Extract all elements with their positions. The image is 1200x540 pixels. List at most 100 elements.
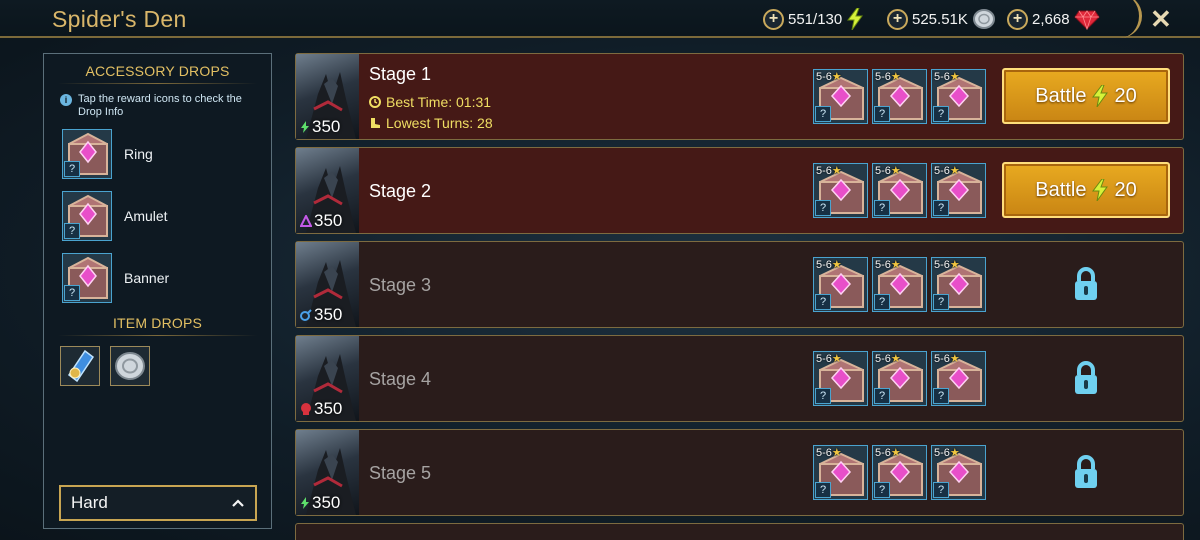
reward-rank: 5-6★	[875, 71, 901, 83]
stage-row[interactable]: 350 Stage 4 5-6★? 5-6★? 5-6★?	[295, 335, 1184, 422]
accessory-label: Ring	[124, 146, 153, 162]
battle-button[interactable]: Battle 20	[1002, 68, 1170, 124]
battle-label: Battle	[1035, 178, 1087, 201]
silver-resource[interactable]: + 525.51K	[887, 7, 996, 31]
stage-name: Stage 1	[369, 64, 432, 84]
drops-panel: ACCESSORY DROPS i Tap the reward icons t…	[43, 53, 272, 529]
question-mark: ?	[874, 106, 890, 122]
reward-chest-icon[interactable]: 5-6★?	[872, 69, 927, 124]
reward-rank: 5-6★	[875, 447, 901, 459]
clock-icon	[369, 96, 381, 108]
reward-list: 5-6★? 5-6★? 5-6★?	[813, 351, 986, 406]
reward-rank: 5-6★	[875, 259, 901, 271]
question-mark: ?	[874, 200, 890, 216]
accessory-label: Amulet	[124, 208, 168, 224]
battle-button[interactable]: Battle 20	[1002, 162, 1170, 218]
stage-row[interactable]: 350 Stage 3 5-6★? 5-6★? 5-6★?	[295, 241, 1184, 328]
reward-chest-icon[interactable]: 5-6★?	[872, 257, 927, 312]
reward-chest-icon[interactable]: 5-6★?	[813, 257, 868, 312]
force-affinity-icon	[301, 497, 309, 509]
question-mark: ?	[64, 223, 80, 239]
divider	[58, 335, 257, 336]
lock-icon	[1075, 267, 1097, 300]
energy-cost: 350	[300, 493, 340, 513]
add-silver-button[interactable]: +	[887, 8, 908, 30]
reward-chest-icon[interactable]: 5-6★?	[872, 445, 927, 500]
reward-rank: 5-6★	[816, 447, 842, 459]
reward-chest-icon[interactable]: 5-6★?	[931, 445, 986, 500]
silver-coin-icon[interactable]	[110, 346, 150, 386]
difficulty-select[interactable]: Hard	[59, 485, 257, 521]
gem-resource[interactable]: + 2,668	[1007, 7, 1100, 31]
question-mark: ?	[815, 294, 831, 310]
reward-chest-icon[interactable]: 5-6★?	[872, 163, 927, 218]
question-mark: ?	[933, 106, 949, 122]
stage-name: Stage 3	[369, 275, 432, 295]
stage-row[interactable]: 350 Stage 2 5-6★? 5-6★? 5-6★? Battle 20	[295, 147, 1184, 234]
battle-label: Battle	[1035, 84, 1087, 107]
decorative-arc	[1108, 0, 1142, 38]
boss-portrait: 350	[296, 54, 359, 139]
question-mark: ?	[815, 388, 831, 404]
reward-rank: 5-6★	[875, 353, 901, 365]
hint-text: Tap the reward icons to check the Drop I…	[78, 93, 242, 118]
gem-value: 2,668	[1032, 10, 1070, 28]
reward-chest-icon[interactable]: 5-6★?	[813, 445, 868, 500]
add-energy-button[interactable]: +	[763, 8, 784, 30]
accessory-drops-heading: ACCESSORY DROPS	[85, 63, 230, 79]
magic-affinity-icon	[300, 215, 312, 227]
silver-value: 525.51K	[912, 10, 968, 28]
boss-portrait: 350	[296, 148, 359, 233]
boss-portrait: 350	[296, 430, 359, 515]
question-mark: ?	[815, 106, 831, 122]
reward-chest-icon[interactable]: 5-6★?	[813, 163, 868, 218]
reward-chest-icon[interactable]: 5-6★?	[872, 351, 927, 406]
lock-icon	[1075, 455, 1097, 488]
gem-icon	[1073, 10, 1100, 30]
info-icon: i	[60, 94, 72, 106]
lowest-turns: Lowest Turns: 28	[369, 115, 493, 131]
reward-chest-icon[interactable]: 5-6★?	[931, 69, 986, 124]
accessory-label: Banner	[124, 270, 170, 286]
chevron-up-icon	[232, 499, 244, 507]
amulet-chest-icon[interactable]: ?	[62, 191, 112, 241]
reward-rank: 5-6★	[816, 259, 842, 271]
reward-chest-icon[interactable]: 5-6★?	[931, 351, 986, 406]
boss-portrait: 350	[296, 242, 359, 327]
accessory-amulet[interactable]: ? Amulet	[62, 185, 271, 247]
stage-row[interactable]: 350 Stage 1 Best Time: 01:31 Lowest Turn…	[295, 53, 1184, 140]
item-drops-list	[60, 346, 271, 386]
force-affinity-icon	[301, 121, 309, 133]
reward-rank: 5-6★	[875, 165, 901, 177]
accessory-ring[interactable]: ? Ring	[62, 123, 271, 185]
accessory-shard-icon[interactable]	[60, 346, 100, 386]
reward-chest-icon[interactable]: 5-6★?	[931, 163, 986, 218]
banner-chest-icon[interactable]: ?	[62, 253, 112, 303]
reward-rank: 5-6★	[816, 71, 842, 83]
close-icon[interactable]: ✕	[1150, 4, 1172, 35]
add-gem-button[interactable]: +	[1007, 8, 1028, 30]
divider	[58, 83, 257, 84]
reward-chest-icon[interactable]: 5-6★?	[813, 351, 868, 406]
accessory-banner[interactable]: ? Banner	[62, 247, 271, 309]
reward-chest-icon[interactable]: 5-6★?	[931, 257, 986, 312]
question-mark: ?	[933, 482, 949, 498]
spirit-affinity-icon	[300, 309, 312, 321]
item-drops-heading: ITEM DROPS	[112, 315, 203, 331]
energy-cost: 350	[300, 305, 342, 325]
reward-chest-icon[interactable]: 5-6★?	[813, 69, 868, 124]
ring-chest-icon[interactable]: ?	[62, 129, 112, 179]
energy-resource[interactable]: + 551/130	[763, 7, 864, 31]
stage-name: Stage 4	[369, 369, 432, 389]
battle-cost: 20	[1114, 84, 1137, 107]
drop-info-hint: i Tap the reward icons to check the Drop…	[60, 93, 259, 119]
battle-cost: 20	[1114, 178, 1137, 201]
question-mark: ?	[815, 200, 831, 216]
reward-rank: 5-6★	[934, 259, 960, 271]
question-mark: ?	[933, 294, 949, 310]
energy-cost: 350	[300, 399, 342, 419]
question-mark: ?	[64, 285, 80, 301]
energy-value: 551/130	[788, 10, 843, 28]
stage-row[interactable]: 350 Stage 5 5-6★? 5-6★? 5-6★?	[295, 429, 1184, 516]
question-mark: ?	[874, 482, 890, 498]
